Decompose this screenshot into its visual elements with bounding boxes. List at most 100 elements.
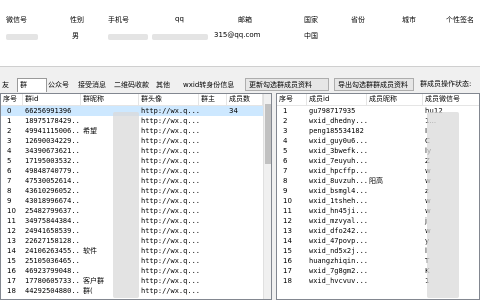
cell-group-avatar: http://wx.q... [141,177,199,185]
toolbar: 友 群 公众号 接受消息 二维码收款 其他 wxid转身份信息 更新勾选群成员资… [0,78,480,92]
cell-member-count [227,186,263,196]
cell-group-avatar: http://wx.q... [141,287,199,295]
cell-group-avatar: http://wx.q... [141,257,199,265]
col-group-nickname[interactable]: 群昵称 [81,94,139,105]
tab-qr-payment[interactable]: 二维码收款 [112,79,151,91]
cell-member-index: 7 [283,167,288,175]
cell-index: 6 [7,167,12,175]
cell-member-id: wxid_hvcvuv... [309,277,367,285]
cell-member-nickname [367,146,423,156]
cell-group-id: 17195003532... [25,157,81,165]
profile-header-qq: qq [175,15,184,23]
profile-header-country: 国家 [304,16,318,24]
tab-receive-messages[interactable]: 接受消息 [76,79,108,91]
cell-group-owner [199,106,227,116]
col-member-id[interactable]: 成员id [307,94,367,105]
cell-member-count [227,196,263,206]
col-index[interactable]: 序号 [1,94,23,105]
col-group-owner[interactable]: 群主 [199,94,227,105]
profile-country-value: 中国 [304,32,318,40]
group-scrollbar[interactable] [263,94,271,299]
cell-member-nickname [367,266,423,276]
tab-other[interactable]: 其他 [154,79,172,91]
group-list-table[interactable]: 序号 群id 群昵称 群头像 群主 成员数 0 66256991396 http:/… [0,93,272,300]
cell-index: 5 [7,157,12,165]
cell-index: 1 [7,117,12,125]
cell-group-owner [199,156,227,166]
cell-group-owner [199,276,227,286]
cell-member-id: wxid_bsmgl4... [309,187,367,195]
cell-group-owner [199,226,227,236]
cell-member-index: 5 [283,147,288,155]
cell-group-owner [199,236,227,246]
profile-info-table: 微信号 性别 手机号 qq 邮箱 国家 省份 城市 个性签名 男 315@qq.… [0,0,480,67]
col-member-wechat-id[interactable]: 成员微信号 [423,94,479,105]
cell-index: 9 [7,197,12,205]
profile-header-province: 省份 [351,16,365,24]
profile-header-email: 邮箱 [238,16,252,24]
cell-index: 18 [7,287,16,295]
col-member-count[interactable]: 成员数 [227,94,263,105]
cell-member-index: 13 [283,227,292,235]
profile-gender-value: 男 [72,32,79,40]
cell-member-id: peng185534182 [309,127,364,135]
cell-group-avatar: http://wx.q... [141,167,199,175]
group-scrollbar-thumb[interactable] [265,104,271,164]
cell-group-id: 44292504880... [25,287,81,295]
cell-group-owner [199,166,227,176]
member-list-table[interactable]: 序号 成员id 成员昵称 成员微信号 1 gu798717935 hu12 2 wxid… [276,93,480,300]
profile-header-city: 城市 [402,16,416,24]
cell-group-owner [199,256,227,266]
redacted-wechat-id [6,34,38,40]
group-table-header: 序号 群id 群昵称 群头像 群主 成员数 [1,94,263,106]
cell-member-id: wxid_1tsheh... [309,197,367,205]
cell-group-owner [199,116,227,126]
cell-group-avatar: http://wx.q... [141,157,199,165]
cell-member-id: wxid_7euyuh... [309,157,367,165]
cell-group-avatar: http://wx.q... [141,227,199,235]
cell-member-id: wxid_guy0u6... [309,137,367,145]
cell-member-count [227,246,263,256]
col-member-index[interactable]: 序号 [277,94,307,105]
cell-member-nickname [367,166,423,176]
member-table-header: 序号 成员id 成员昵称 成员微信号 [277,94,479,106]
tab-wxid-identity[interactable]: wxid转身份信息 [181,79,236,91]
cell-index: 16 [7,267,16,275]
cell-group-owner [199,286,227,296]
tab-friends[interactable]: 友 [0,79,11,91]
cell-member-id: wxid_47povp... [309,237,367,245]
col-group-id[interactable]: 群id [23,94,81,105]
cell-member-id: wxid_8uvzuh... [309,177,367,185]
cell-member-index: 10 [283,197,292,205]
cell-member-nickname [367,226,423,236]
cell-group-avatar: http://wx.q... [141,237,199,245]
cell-member-count [227,216,263,226]
cell-member-id: gu798717935 [309,107,356,115]
cell-index: 10 [7,207,16,215]
cell-index: 2 [7,127,12,135]
cell-group-avatar: http://wx.q... [141,197,199,205]
cell-group-avatar: http://wx.q... [141,127,199,135]
cell-index: 4 [7,147,12,155]
cell-group-owner [199,266,227,276]
update-selected-members-button[interactable]: 更新勾选群成员资料 [245,78,329,91]
cell-index: 0 [7,107,12,115]
profile-header-wechat-id: 微信号 [6,16,27,24]
cell-index: 15 [7,257,16,265]
cell-group-owner [199,196,227,206]
cell-member-nickname [367,196,423,206]
cell-group-owner [199,146,227,156]
cell-member-count [227,156,263,166]
cell-member-count [227,286,263,296]
col-group-avatar[interactable]: 群头像 [139,94,199,105]
col-member-nickname[interactable]: 成员昵称 [367,94,423,105]
tab-official-accounts[interactable]: 公众号 [46,79,71,91]
cell-member-nickname: 阳高 [369,177,383,185]
cell-index: 7 [7,177,12,185]
cell-group-id: 49848740779... [25,167,81,175]
tab-groups[interactable]: 群 [17,78,47,92]
cell-member-count [227,176,263,186]
export-selected-members-button[interactable]: 导出勾选群群成员资料 [334,78,414,91]
cell-member-nickname [367,216,423,226]
cell-member-id: wxid_nd5x2j... [309,247,367,255]
